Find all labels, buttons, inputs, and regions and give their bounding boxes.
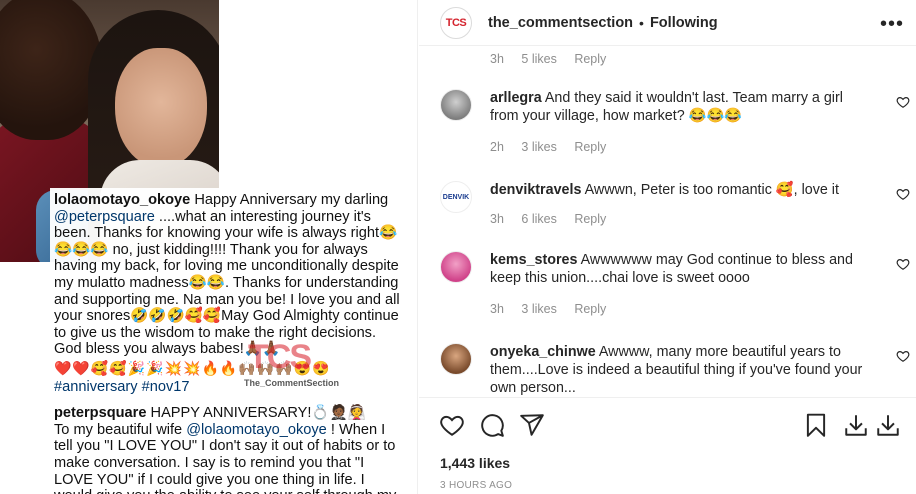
more-options-icon[interactable]: ••• (880, 13, 904, 36)
avatar[interactable] (440, 89, 472, 121)
comment-username[interactable]: onyeka_chinwe (490, 344, 596, 360)
download-icon[interactable] (875, 412, 901, 438)
post-timestamp: 3 HOURS AGO (440, 480, 513, 491)
comment-likes[interactable]: 5 likes (521, 52, 556, 66)
comment-icon[interactable] (479, 412, 505, 438)
heart-icon[interactable] (439, 412, 465, 438)
like-comment-heart-icon[interactable] (896, 187, 910, 201)
download-icon[interactable] (843, 412, 869, 438)
comment-username[interactable]: denviktravels (490, 182, 581, 198)
comment-body: kems_stores Awwwwww may God continue to … (490, 251, 875, 287)
comment-time: 2h (490, 140, 504, 154)
bookmark-icon[interactable] (803, 412, 829, 438)
avatar[interactable] (440, 251, 472, 283)
comment-likes[interactable]: 6 likes (521, 212, 556, 226)
caption-text: ....what an interesting journey it's bee… (54, 208, 400, 358)
caption-hashtags: #anniversary #nov17 (54, 378, 190, 395)
comment-time: 3h (490, 302, 504, 316)
like-comment-heart-icon[interactable] (896, 349, 910, 363)
header-separator: • (639, 14, 644, 31)
comment-text: And they said it wouldn't last. Team mar… (490, 90, 843, 124)
comment-meta: 3h 3 likes Reply (490, 302, 620, 316)
post-image[interactable]: lolaomotayo_okoye Happy Anniversary my d… (0, 0, 418, 494)
caption-emoji-line: ❤️❤️🥰🥰🎉🎉💥💥🔥🔥🙌🏽🙌🏽🙌🏽😍😍 (54, 359, 331, 376)
comment-meta: 3h 5 likes Reply (490, 52, 620, 66)
caption-username: lolaomotayo_okoye (54, 192, 191, 208)
comment-username[interactable]: arllegra (490, 90, 542, 106)
comment-likes[interactable]: 3 likes (521, 302, 556, 316)
comments-list[interactable]: 3h 5 likes Reply arllegra And they said … (419, 47, 916, 397)
comment-meta: 3h 6 likes Reply (490, 212, 620, 226)
caption-text: Happy Anniversary my darling (194, 192, 389, 208)
reply-button[interactable]: Reply (574, 52, 606, 66)
following-button[interactable]: Following (650, 15, 718, 31)
comment-body: arllegra And they said it wouldn't last.… (490, 89, 875, 125)
reply-button[interactable]: Reply (574, 302, 606, 316)
avatar[interactable]: DENVIK (440, 181, 472, 213)
account-avatar[interactable]: TCS (440, 6, 472, 39)
avatar[interactable] (440, 343, 472, 375)
caption-mention: @lolaomotayo_okoye (186, 421, 327, 438)
caption-text: HAPPY ANNIVERSARY!💍🤵🏾👰 (150, 405, 366, 422)
like-comment-heart-icon[interactable] (896, 257, 910, 271)
comment-time: 3h (490, 52, 504, 66)
comment-username[interactable]: kems_stores (490, 252, 577, 268)
like-comment-heart-icon[interactable] (896, 95, 910, 109)
comment-meta: 2h 3 likes Reply (490, 140, 620, 154)
share-icon[interactable] (519, 412, 545, 438)
comment-text: Awwwn, Peter is too romantic 🥰, love it (584, 182, 839, 198)
caption-username: peterpsquare (54, 405, 147, 422)
likes-count[interactable]: 1,443 likes (440, 455, 510, 471)
comment-likes[interactable]: 3 likes (521, 140, 556, 154)
screenshot-caption: lolaomotayo_okoye Happy Anniversary my d… (50, 188, 412, 494)
caption-text: To my beautiful wife (54, 421, 183, 438)
comment-body: onyeka_chinwe Awwww, many more beautiful… (490, 343, 875, 397)
post-sidebar: TCS the_commentsection • Following ••• 3… (419, 0, 916, 494)
comment-body: denviktravels Awwwn, Peter is too romant… (490, 181, 875, 199)
account-handle[interactable]: the_commentsection (488, 15, 633, 31)
reply-button[interactable]: Reply (574, 140, 606, 154)
caption-mention: @peterpsquare (54, 208, 155, 225)
post-header: TCS the_commentsection • Following ••• (419, 0, 916, 46)
action-bar: 1,443 likes 3 HOURS AGO (419, 397, 916, 494)
reply-button[interactable]: Reply (574, 212, 606, 226)
comment-time: 3h (490, 212, 504, 226)
